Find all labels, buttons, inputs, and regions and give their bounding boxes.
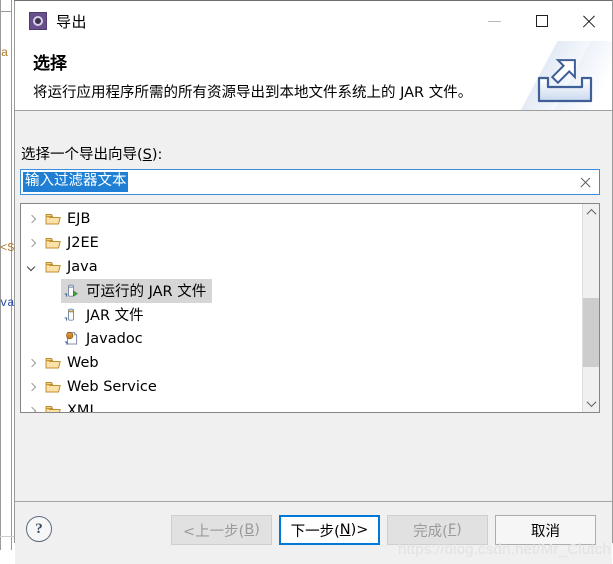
tree-item-j2ee[interactable]: J2EE [21,231,582,255]
wizard-header: 选择 将运行应用程序所需的所有资源导出到本地文件系统上的 JAR 文件。 [15,41,612,111]
cancel-button-label: 取消 [531,523,560,540]
tree-item-web-service[interactable]: Web Service [21,375,582,399]
tree-scrollbar[interactable] [582,204,599,412]
wizard-select-label-suffix: ): [151,147,163,163]
tree-item-label: EJB [67,210,91,227]
finish-button-suffix: ) [456,522,462,538]
bg-code-fragment-3: va [0,296,15,310]
chevron-right-icon[interactable] [21,407,42,413]
jar-icon [62,307,82,322]
close-icon [581,14,596,29]
tree-item-jar[interactable]: JAR 文件 [21,303,582,327]
minimize-icon [488,20,501,22]
export-wizard-icon [29,12,47,30]
bg-code-fragment-1: a [1,46,9,60]
tree-item-runnable-jar[interactable]: 可运行的 JAR 文件 [21,279,582,303]
tree-item-java[interactable]: Java [21,255,582,279]
next-button-suffix: )> [350,522,369,538]
scroll-down-icon[interactable] [583,395,599,412]
tree-item-ejb[interactable]: EJB [21,207,582,231]
clear-x-icon[interactable] [579,176,592,189]
tree-item-xml[interactable]: XML [21,399,582,412]
scrollbar-track[interactable] [583,221,599,395]
folder-icon [43,380,63,394]
export-tray-arrow-icon [537,59,593,103]
window-controls [471,1,612,41]
tree-item-label: Javadoc [86,330,143,347]
tree-item-label: XML [67,402,98,413]
finish-button-prefix: 完成( [413,523,448,540]
page-description: 将运行应用程序所需的所有资源导出到本地文件系统上的 JAR 文件。 [33,85,473,101]
folder-icon [43,212,63,226]
chevron-right-icon[interactable] [21,359,42,368]
back-button[interactable]: <上一步(B) [171,515,272,545]
next-button-mnemonic: N [339,522,351,538]
svg-text:@: @ [68,333,72,338]
folder-icon [43,260,63,274]
back-button-prefix: <上一步( [183,523,245,540]
scrollbar-thumb[interactable] [583,297,599,368]
title-bar: 导出 [15,1,612,41]
wizard-body: 选择一个导出向导(S): 输入过滤器文本 EJB J2EE Java 可运行的 … [15,111,612,502]
bg-vertical-rule-left [0,0,1,550]
maximize-icon [535,15,548,27]
tree-item-label: J2EE [67,234,99,251]
folder-icon [43,356,63,370]
runnable-jar-icon [62,283,82,298]
tree-item-label: JAR 文件 [86,308,144,324]
filter-input[interactable]: 输入过滤器文本 [20,169,600,195]
bg-horizontal-rule [0,11,12,12]
minimize-button[interactable] [471,1,518,41]
filter-input-value: 输入过滤器文本 [23,172,128,192]
help-button[interactable]: ? [26,516,52,542]
wizard-tree: EJB J2EE Java 可运行的 JAR 文件 JAR 文件 @ Javad… [20,203,600,413]
close-button[interactable] [565,1,612,41]
maximize-button[interactable] [518,1,565,41]
back-button-mnemonic: B [244,522,255,538]
wizard-select-label-prefix: 选择一个导出向导( [21,147,143,163]
chevron-right-icon[interactable] [21,215,42,224]
tree-item-label: Web Service [67,378,157,395]
tree-item-web[interactable]: Web [21,351,582,375]
dialog-footer: ? <上一步(B) 下一步(N)> 完成(F) 取消 https://blog.… [15,502,612,564]
finish-button-mnemonic: F [447,522,457,538]
tree-item-label: 可运行的 JAR 文件 [86,284,207,300]
export-dialog: 导出 选择 将运行应用程序所需的所有资源导出到本地文件系统上的 JAR 文件。 [14,0,613,564]
folder-icon [43,404,63,412]
wizard-select-label: 选择一个导出向导(S): [21,143,162,164]
wizard-select-label-mnemonic: S [142,147,152,163]
tree-item-javadoc[interactable]: @ Javadoc [21,327,582,351]
scroll-up-icon[interactable] [583,204,599,221]
folder-icon [43,236,63,250]
bg-code-fragment-2: <S [0,241,15,255]
tree-item-label: Java [67,258,98,275]
javadoc-icon: @ [62,331,82,346]
chevron-right-icon[interactable] [21,383,42,392]
window-title: 导出 [56,12,88,31]
bg-vertical-rule-inner [11,0,12,550]
tree-item-label: Web [67,354,99,371]
next-button-prefix: 下一步( [290,523,340,540]
chevron-right-icon[interactable] [21,239,42,248]
back-button-suffix: ) [254,522,260,538]
page-title: 选择 [33,54,67,74]
wizard-tree-list: EJB J2EE Java 可运行的 JAR 文件 JAR 文件 @ Javad… [21,204,582,412]
next-button[interactable]: 下一步(N)> [279,515,380,545]
chevron-down-icon[interactable] [21,263,42,272]
